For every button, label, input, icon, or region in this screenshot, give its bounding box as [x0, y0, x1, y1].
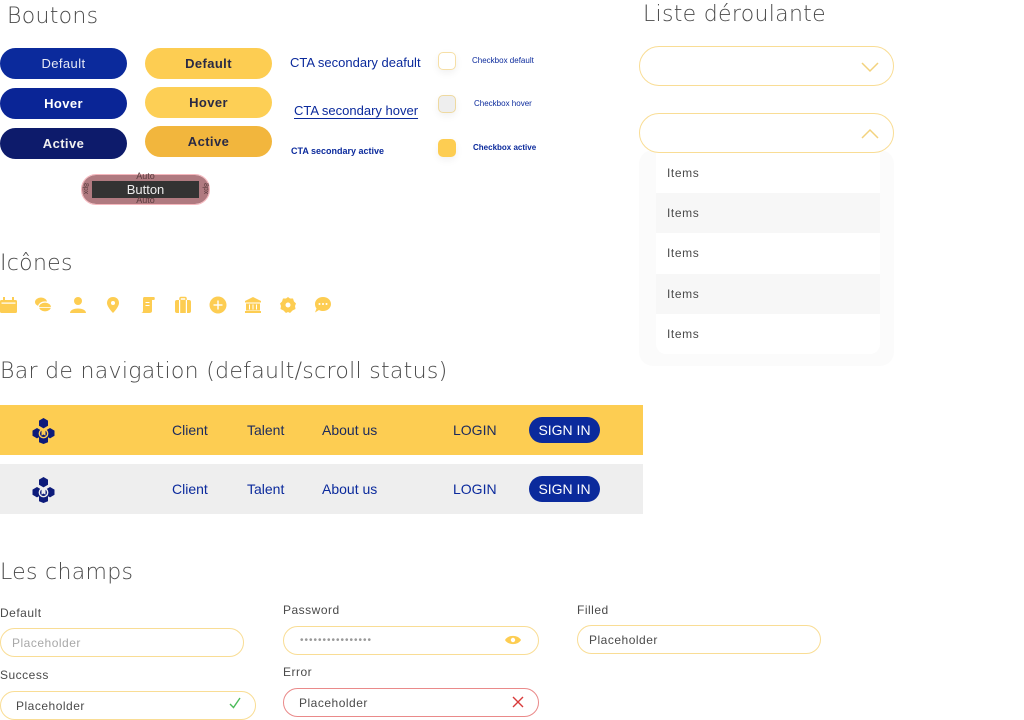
nav-link-about-us[interactable]: About us [322, 422, 377, 438]
logo-icon[interactable] [30, 476, 57, 503]
error-input-value: Placeholder [299, 695, 368, 710]
yellow-button-active[interactable]: Active [145, 126, 272, 157]
spec-padding-right: 8px [202, 183, 209, 195]
dropdown-item[interactable]: Items [656, 233, 880, 273]
section-title-dropdown: Liste déroulante [643, 2, 826, 27]
nav-link-talent[interactable]: Talent [247, 481, 284, 497]
nav-link-client[interactable]: Client [172, 481, 208, 497]
chevron-up-icon [861, 127, 879, 139]
button-spacing-spec: Auto Button Auto 8px 8px [81, 171, 210, 205]
section-title-buttons: Boutons [7, 4, 99, 29]
cta-secondary-hover-link[interactable]: CTA secondary hover [294, 103, 418, 118]
default-input-placeholder: Placeholder [12, 635, 81, 650]
dropdown-item[interactable]: Items [656, 273, 880, 314]
navbar-scroll: Client Talent About us LOGIN SIGN IN [0, 464, 643, 514]
spec-padding-top: Auto [136, 171, 155, 181]
nav-link-about-us[interactable]: About us [322, 481, 377, 497]
blue-button-hover[interactable]: Hover [0, 88, 127, 119]
checkbox-default[interactable] [438, 52, 456, 70]
location-pin-icon [104, 296, 122, 314]
yellow-button-hover[interactable]: Hover [145, 87, 272, 118]
chat-bubble-icon [314, 296, 332, 314]
chevron-down-icon [861, 60, 879, 73]
dropdown-open[interactable] [639, 113, 894, 153]
section-title-navbar: Bar de navigation (default/scroll status… [0, 359, 448, 384]
dropdown-list: Items Items Items Items Items [656, 153, 880, 354]
calendar-icon [0, 296, 18, 314]
section-title-fields: Les champs [0, 560, 134, 585]
dropdown-closed[interactable] [639, 46, 894, 86]
field-label-password: Password [283, 603, 340, 617]
cta-secondary-active-link[interactable]: CTA secondary active [291, 146, 384, 156]
checkmark-icon [229, 696, 241, 713]
spec-padding-bottom: Auto [136, 195, 155, 205]
checkbox-default-label: Checkbox default [472, 56, 534, 65]
checkbox-active-label: Checkbox active [473, 143, 537, 152]
password-input[interactable]: •••••••••••••••• [283, 626, 539, 655]
close-icon[interactable] [512, 696, 524, 711]
yellow-button-default[interactable]: Default [145, 48, 272, 79]
filled-input-value: Placeholder [589, 632, 658, 647]
nav-login-link[interactable]: LOGIN [453, 422, 497, 438]
navbar-default: Client Talent About us LOGIN SIGN IN [0, 405, 643, 455]
nav-link-client[interactable]: Client [172, 422, 208, 438]
briefcase-icon [174, 296, 192, 314]
nav-signin-button[interactable]: SIGN IN [529, 476, 600, 502]
eye-icon[interactable] [504, 634, 522, 649]
checkbox-active[interactable] [438, 139, 456, 157]
checkbox-hover[interactable] [438, 95, 456, 113]
dropdown-item[interactable]: Items [656, 193, 880, 234]
blue-button-default[interactable]: Default [0, 48, 127, 79]
success-input-value: Placeholder [16, 698, 85, 713]
filled-input[interactable]: Placeholder [577, 625, 821, 654]
field-label-error: Error [283, 665, 313, 679]
settings-icon [279, 296, 297, 314]
field-label-default: Default [0, 606, 42, 620]
user-icon [69, 296, 87, 314]
field-label-success: Success [0, 668, 49, 682]
default-input[interactable]: Placeholder [0, 628, 244, 657]
checkbox-hover-label: Checkbox hover [474, 99, 532, 108]
nav-link-talent[interactable]: Talent [247, 422, 284, 438]
logo-icon[interactable] [30, 417, 57, 444]
nav-login-link[interactable]: LOGIN [453, 481, 497, 497]
dropdown-item[interactable]: Items [656, 153, 880, 193]
cta-secondary-default-link[interactable]: CTA secondary deafult [290, 55, 421, 70]
error-input[interactable]: Placeholder [283, 688, 539, 717]
field-label-filled: Filled [577, 603, 609, 617]
nav-signin-button[interactable]: SIGN IN [529, 417, 600, 443]
bank-icon [244, 296, 262, 314]
password-input-value: •••••••••••••••• [300, 635, 373, 646]
spec-padding-left: 8px [82, 183, 89, 195]
success-input[interactable]: Placeholder [0, 691, 256, 720]
dropdown-item[interactable]: Items [656, 314, 880, 354]
blue-button-active[interactable]: Active [0, 128, 127, 159]
coins-icon [34, 296, 52, 314]
scroll-document-icon [139, 296, 157, 314]
plus-circle-icon [209, 296, 227, 314]
section-title-icons: Icônes [0, 251, 73, 276]
